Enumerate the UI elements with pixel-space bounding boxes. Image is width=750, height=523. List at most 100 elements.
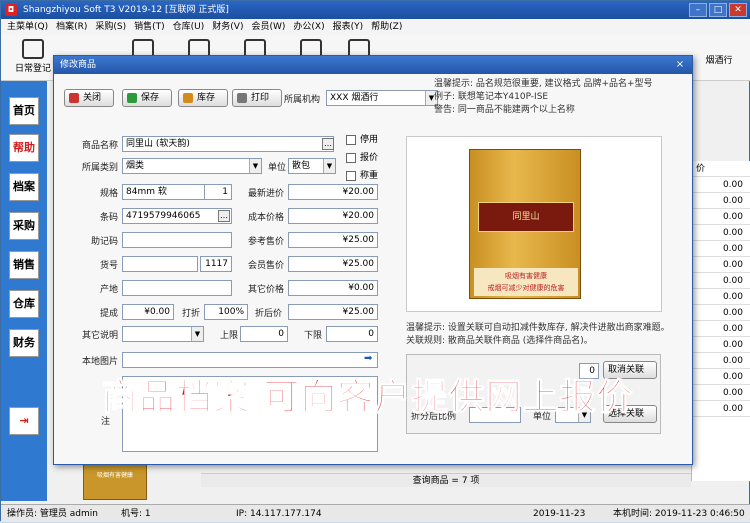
- menu-records[interactable]: 档案(R): [56, 19, 87, 35]
- quote-checkbox-label: 报价: [360, 153, 379, 163]
- print-button[interactable]: 打印: [232, 89, 282, 107]
- check-icon: [127, 93, 137, 103]
- menu-sales[interactable]: 销售(T): [134, 19, 165, 35]
- commission-field[interactable]: ¥0.00: [122, 304, 174, 320]
- exit-icon[interactable]: ⇥: [9, 407, 39, 435]
- table-row[interactable]: 0.00: [692, 257, 750, 273]
- nav-sales[interactable]: 销售: [9, 251, 39, 279]
- table-row[interactable]: 0.00: [692, 289, 750, 305]
- app-title-bar: ◘ Shangzhiyou Soft T3 V2019-12 [互联网 正式版]…: [1, 1, 750, 19]
- unit-select[interactable]: 散包 ▼: [288, 158, 336, 174]
- status-ip: IP: 14.117.177.174: [236, 509, 322, 519]
- menu-office[interactable]: 办公(X): [293, 19, 324, 35]
- menu-purchase[interactable]: 采购(S): [95, 19, 126, 35]
- menu-reports[interactable]: 报表(Y): [333, 19, 364, 35]
- dialog-toolbar: 关闭 保存 库存 打印 所属机构 XXX 烟酒行 ▼: [64, 86, 438, 108]
- menu-bar: 主菜单(Q) 档案(R) 采购(S) 销售(T) 仓库(U) 财务(V) 会员(…: [1, 19, 750, 35]
- other-desc-label: 其它说明: [81, 331, 118, 341]
- table-row[interactable]: 0.00: [692, 401, 750, 417]
- other-price-field[interactable]: ¥0.00: [288, 280, 378, 296]
- status-bar: 操作员: 管理员 admin 机号: 1 IP: 14.117.177.174 …: [1, 504, 750, 522]
- table-row[interactable]: 0.00: [692, 177, 750, 193]
- org-select[interactable]: XXX 烟酒行 ▼: [326, 90, 438, 106]
- table-row[interactable]: 0.00: [692, 369, 750, 385]
- menu-main[interactable]: 主菜单(Q): [7, 19, 48, 35]
- category-select[interactable]: 烟类 ▼: [122, 158, 262, 174]
- spec-field[interactable]: 84mm 软: [122, 184, 206, 200]
- table-row[interactable]: 0.00: [692, 385, 750, 401]
- other-desc-select[interactable]: ▼: [122, 326, 204, 342]
- maximize-button[interactable]: □: [709, 3, 727, 17]
- status-date: 2019-11-23: [533, 509, 586, 519]
- pack-warning-2: 戒烟可减少对健康的危害: [487, 284, 565, 292]
- product-image-panel[interactable]: 同里山 吸烟有害健康 戒烟可减少对健康的危害: [406, 136, 662, 312]
- discount-field[interactable]: 100%: [204, 304, 248, 320]
- member-price-label: 会员售价: [247, 261, 284, 271]
- latest-in-field[interactable]: ¥20.00: [288, 184, 378, 200]
- disabled-checkbox[interactable]: 停用: [346, 132, 378, 145]
- save-button[interactable]: 保存: [122, 89, 172, 107]
- member-price-field[interactable]: ¥25.00: [288, 256, 378, 272]
- table-row[interactable]: 0.00: [692, 225, 750, 241]
- toolbar-daily-register[interactable]: 日常登记: [11, 39, 55, 74]
- origin-field[interactable]: [122, 280, 232, 296]
- table-row[interactable]: 0.00: [692, 321, 750, 337]
- weigh-checkbox[interactable]: 称重: [346, 168, 378, 181]
- upper-label: 上限: [219, 331, 238, 341]
- minimize-button[interactable]: –: [689, 3, 707, 17]
- cost-field[interactable]: ¥20.00: [288, 208, 378, 224]
- origin-label: 产地: [99, 285, 118, 295]
- barcode-field[interactable]: 4719579946065: [122, 208, 232, 224]
- menu-help[interactable]: 帮助(Z): [371, 19, 402, 35]
- dialog-close-icon[interactable]: ×: [672, 58, 688, 72]
- chevron-down-icon: ▼: [191, 327, 203, 341]
- table-row[interactable]: 0.00: [692, 305, 750, 321]
- table-row[interactable]: 0.00: [692, 273, 750, 289]
- spec-qty-field[interactable]: 1: [204, 184, 232, 200]
- upper-field[interactable]: 0: [240, 326, 288, 342]
- item-no-field[interactable]: 1117: [200, 256, 232, 272]
- table-row[interactable]: 0.00: [692, 241, 750, 257]
- close-icon: [69, 93, 79, 103]
- discount-price-field[interactable]: ¥25.00: [288, 304, 378, 320]
- browse-arrow-icon[interactable]: ➡: [364, 353, 372, 364]
- stock-button-label: 库存: [197, 93, 216, 103]
- name-field[interactable]: 同里山 (软天韵): [122, 136, 334, 152]
- menu-finance[interactable]: 财务(V): [212, 19, 243, 35]
- calendar-icon: [22, 39, 44, 59]
- name-lookup-button[interactable]: …: [322, 138, 334, 150]
- stock-button[interactable]: 库存: [178, 89, 228, 107]
- nav-warehouse[interactable]: 仓库: [9, 290, 39, 318]
- nav-home[interactable]: 首页: [9, 97, 39, 125]
- chevron-down-icon: ▼: [323, 159, 335, 173]
- table-row[interactable]: 0.00: [692, 209, 750, 225]
- nav-finance[interactable]: 财务: [9, 329, 39, 357]
- nav-help[interactable]: 帮助: [9, 134, 39, 162]
- app-title: Shangzhiyou Soft T3 V2019-12 [互联网 正式版]: [23, 5, 229, 15]
- close-app-button[interactable]: ✕: [729, 3, 747, 17]
- relation-hint-line-1: 温馨提示: 设置关联可自动扣减件数库存, 解决件进散出商家难题。: [406, 323, 670, 333]
- memo-code-label: 助记码: [90, 237, 118, 247]
- lower-field[interactable]: 0: [326, 326, 378, 342]
- thumb-text: 吸烟有害健康: [96, 472, 133, 479]
- memo-code-field[interactable]: [122, 232, 232, 248]
- item-no-prefix-field[interactable]: [122, 256, 198, 272]
- product-thumbnail: 吸烟有害健康: [83, 464, 147, 500]
- menu-member[interactable]: 会员(W): [251, 19, 285, 35]
- checkbox-box: [346, 152, 356, 163]
- nav-purchase[interactable]: 采购: [9, 212, 39, 240]
- product-grid: 价 0.00 0.00 0.00 0.00 0.00 0.00 0.00 0.0…: [691, 161, 750, 481]
- menu-warehouse[interactable]: 仓库(U): [173, 19, 205, 35]
- table-row[interactable]: 0.00: [692, 353, 750, 369]
- ref-price-field[interactable]: ¥25.00: [288, 232, 378, 248]
- dialog-title-bar: 修改商品 ×: [54, 56, 692, 74]
- table-row[interactable]: 0.00: [692, 337, 750, 353]
- quote-checkbox[interactable]: 报价: [346, 150, 378, 163]
- barcode-lookup-button[interactable]: …: [218, 210, 230, 222]
- dialog-title: 修改商品: [60, 60, 97, 70]
- image-path-field[interactable]: [122, 352, 378, 368]
- table-row[interactable]: 0.00: [692, 193, 750, 209]
- unit-label: 单位: [267, 163, 286, 173]
- nav-records[interactable]: 档案: [9, 173, 39, 201]
- close-button[interactable]: 关闭: [64, 89, 114, 107]
